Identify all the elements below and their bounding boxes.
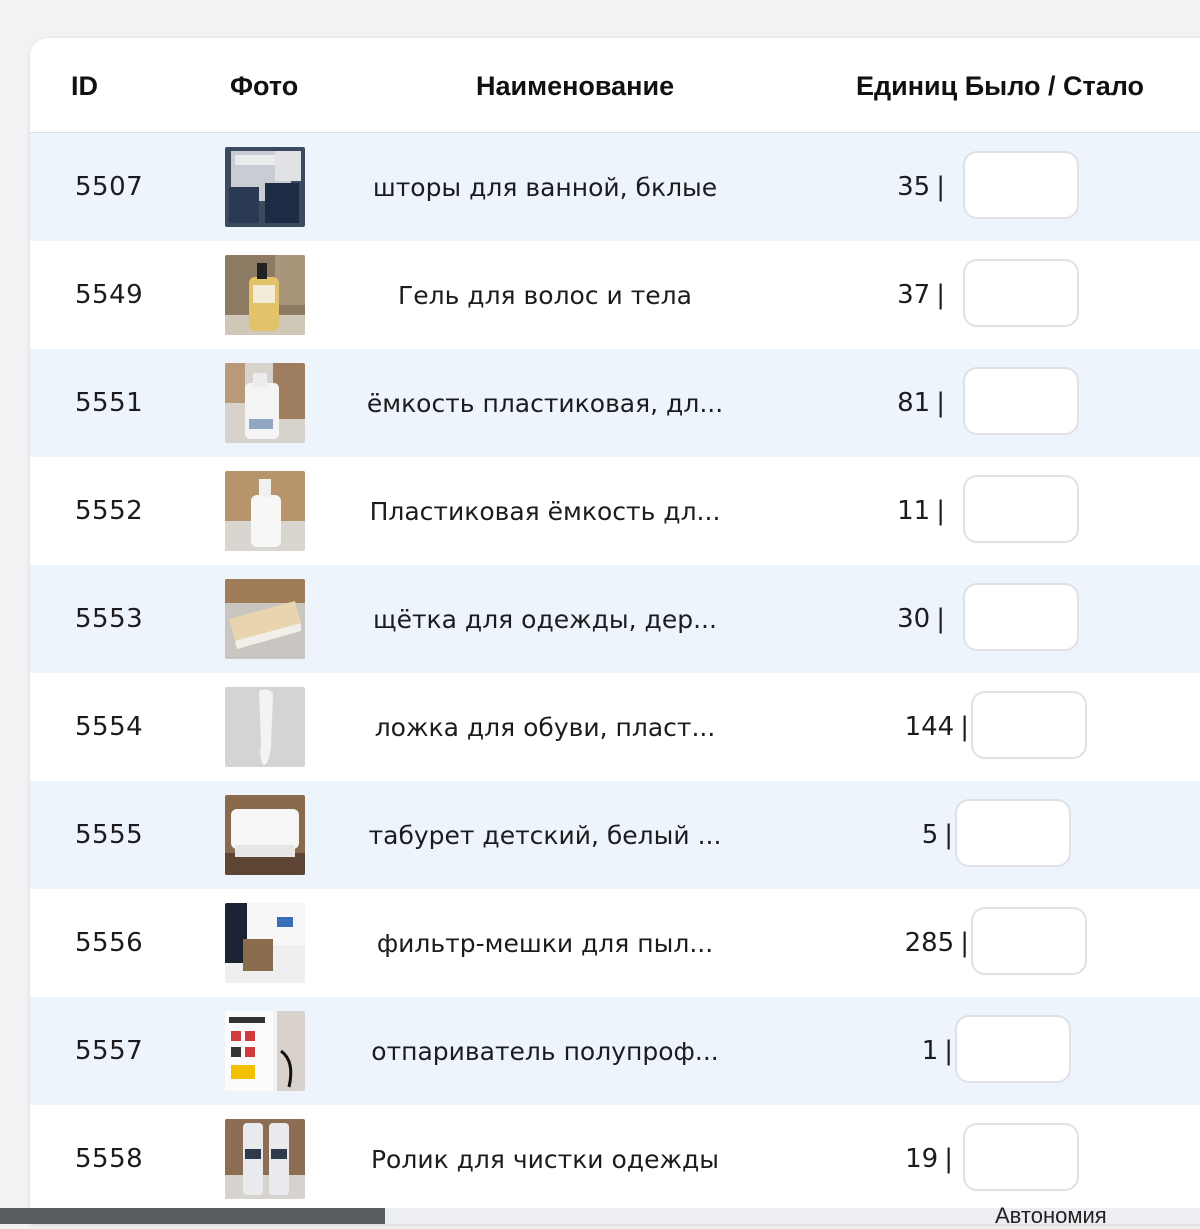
qty-separator: | <box>936 172 945 202</box>
item-id: 5507 <box>75 172 144 202</box>
qty-before: 37 | <box>745 241 945 349</box>
item-photo[interactable] <box>225 1011 305 1091</box>
qty-value: 19 <box>905 1144 939 1174</box>
item-id: 5555 <box>75 820 144 850</box>
column-header-units: Единиц Было / Стало <box>856 71 1145 101</box>
item-name: фильтр-мешки для пыл... <box>376 929 714 958</box>
item-name: шторы для ванной, бклые <box>372 173 718 202</box>
table-row: 5558 Ролик для чистки одежды 19 | <box>30 1105 1200 1213</box>
qty-separator: | <box>944 820 953 850</box>
column-header-name: Наименование <box>476 71 675 101</box>
qty-separator: | <box>936 280 945 310</box>
item-photo[interactable] <box>225 363 305 443</box>
item-photo[interactable] <box>225 903 305 983</box>
table-header: ID Фото Наименование Единиц Было / Стало <box>30 38 1200 133</box>
item-photo[interactable] <box>225 579 305 659</box>
table-row: 5553 щётка для одежды, дер... 30 | <box>30 565 1200 673</box>
item-photo[interactable] <box>225 1119 305 1199</box>
table-row: 5549 Гель для волос и тела 37 | <box>30 241 1200 349</box>
table-row: 5552 Пластиковая ёмкость дл... 11 | <box>30 457 1200 565</box>
item-id: 5553 <box>75 604 144 634</box>
table-row: 5555 табурет детский, белый ... 5 | <box>30 781 1200 889</box>
qty-separator: | <box>960 712 969 742</box>
item-id: 5551 <box>75 388 144 418</box>
taskbar-label[interactable]: Автономия <box>995 1203 1107 1229</box>
item-photo[interactable] <box>225 795 305 875</box>
item-name: ложка для обуви, пласт... <box>374 713 716 742</box>
table-row: 5554 ложка для обуви, пласт... 144 | <box>30 673 1200 781</box>
qty-before: 35 | <box>745 133 945 241</box>
qty-before: 19 | <box>753 1105 953 1213</box>
qty-after-input[interactable] <box>963 475 1079 543</box>
qty-after-input[interactable] <box>971 907 1087 975</box>
qty-value: 35 <box>897 172 931 202</box>
qty-value: 1 <box>921 1036 939 1066</box>
qty-after-input[interactable] <box>963 259 1079 327</box>
qty-separator: | <box>944 1036 953 1066</box>
table-row: 5551 ёмкость пластиковая, дл... 81 | <box>30 349 1200 457</box>
qty-value: 144 <box>904 712 955 742</box>
qty-before: 11 | <box>745 457 945 565</box>
qty-value: 30 <box>897 604 931 634</box>
table-row: 5557 отпариватель полупроф... 1 | <box>30 997 1200 1105</box>
item-id: 5558 <box>75 1144 144 1174</box>
qty-after-input[interactable] <box>955 799 1071 867</box>
item-name: Гель для волос и тела <box>398 281 692 310</box>
qty-before: 1 | <box>753 997 953 1105</box>
item-photo[interactable] <box>225 687 305 767</box>
qty-before: 144 | <box>769 673 969 781</box>
item-id: 5556 <box>75 928 144 958</box>
qty-value: 11 <box>897 496 931 526</box>
item-name: отпариватель полупроф... <box>371 1037 719 1066</box>
qty-after-input[interactable] <box>963 367 1079 435</box>
item-id: 5552 <box>75 496 144 526</box>
qty-after-input[interactable] <box>971 691 1087 759</box>
item-name: щётка для одежды, дер... <box>373 605 717 634</box>
item-name: табурет детский, белый ... <box>368 821 722 850</box>
qty-value: 5 <box>921 820 939 850</box>
qty-before: 81 | <box>745 349 945 457</box>
qty-after-input[interactable] <box>963 583 1079 651</box>
item-id: 5554 <box>75 712 144 742</box>
item-photo[interactable] <box>225 255 305 335</box>
table-body: 5507 шторы для ванной, бклые 35 | 5549 Г… <box>30 133 1200 1213</box>
item-photo[interactable] <box>225 471 305 551</box>
item-photo[interactable] <box>225 147 305 227</box>
qty-before: 285 | <box>769 889 969 997</box>
inventory-table-card: ID Фото Наименование Единиц Было / Стало… <box>30 38 1200 1224</box>
item-name: Пластиковая ёмкость дл... <box>369 497 721 526</box>
qty-separator: | <box>936 496 945 526</box>
qty-separator: | <box>944 1144 953 1174</box>
qty-before: 30 | <box>745 565 945 673</box>
qty-separator: | <box>960 928 969 958</box>
item-name: ёмкость пластиковая, дл... <box>366 389 724 418</box>
table-row: 5507 шторы для ванной, бклые 35 | <box>30 133 1200 241</box>
table-row: 5556 фильтр-мешки для пыл... 285 | <box>30 889 1200 997</box>
qty-value: 37 <box>897 280 931 310</box>
qty-value: 81 <box>897 388 931 418</box>
qty-after-input[interactable] <box>963 1123 1079 1191</box>
qty-separator: | <box>936 388 945 418</box>
qty-after-input[interactable] <box>963 151 1079 219</box>
item-id: 5557 <box>75 1036 144 1066</box>
item-id: 5549 <box>75 280 144 310</box>
qty-before: 5 | <box>753 781 953 889</box>
qty-separator: | <box>936 604 945 634</box>
qty-value: 285 <box>904 928 955 958</box>
column-header-photo: Фото <box>230 71 299 101</box>
column-header-id: ID <box>71 71 98 101</box>
item-name: Ролик для чистки одежды <box>370 1145 720 1174</box>
qty-after-input[interactable] <box>955 1015 1071 1083</box>
